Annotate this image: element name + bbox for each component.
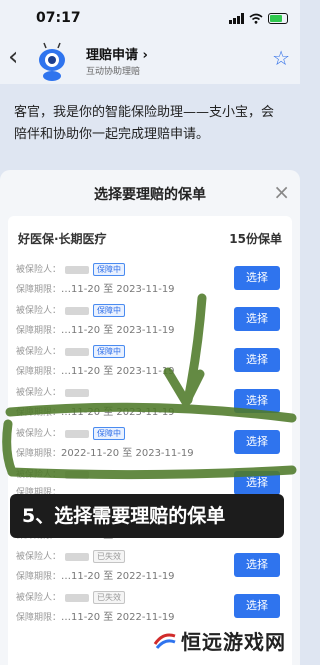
period-line: 保障期限：…11-20 至 2022-11-19 xyxy=(16,567,175,582)
masked-name xyxy=(65,552,90,561)
policy-row: 被保险人： 保障中保障期限：2022-11-20 至 2023-11-19 选择 xyxy=(8,424,292,464)
wifi-icon xyxy=(249,13,263,24)
insured-label: 被保险人： xyxy=(16,429,62,439)
period-line: 保障期限：…11-20 至 2023-11-19 xyxy=(16,321,175,336)
select-button[interactable]: 选择 xyxy=(234,594,280,618)
assistant-message: 客官，我是你的智能保险助理——支小宝，会陪伴和协助你一起完成理赔申请。 xyxy=(14,105,275,142)
close-icon[interactable]: × xyxy=(273,180,290,204)
period-label: 保障期限： xyxy=(16,572,62,582)
select-button[interactable]: 选择 xyxy=(234,553,280,577)
period-label: 保障期限： xyxy=(16,613,62,623)
period-line: 保障期限：2022-11-20 至 2023-11-19 xyxy=(16,444,194,459)
insured-line: 被保险人： 保障中 xyxy=(16,262,126,276)
policy-row: 被保险人： 已失效保障期限：…11-20 至 2022-11-19 选择 xyxy=(8,588,292,628)
period-label: 保障期限： xyxy=(16,326,62,336)
insured-label: 被保险人： xyxy=(16,347,62,357)
chat-header: ‹ 理赔申请 › 互动协助理赔 ☆ xyxy=(0,36,300,84)
policy-name: 好医保·长期医疗 xyxy=(18,232,107,246)
masked-name xyxy=(65,388,90,397)
period-line: 保障期限：…11-20 至 2023-11-19 xyxy=(16,280,175,295)
status-bar: 07:17 xyxy=(0,0,300,36)
status-badge: 保障中 xyxy=(93,345,126,358)
select-button[interactable]: 选择 xyxy=(234,389,280,413)
watermark: 恒远游戏网 xyxy=(149,626,290,654)
status-badge: 保障中 xyxy=(93,427,126,440)
insured-line: 被保险人： 保障中 xyxy=(16,344,126,358)
back-arrow-icon[interactable]: ‹ xyxy=(8,42,18,72)
period-value: …11-20 至 2022-11-19 xyxy=(61,612,175,623)
period-value: …11-20 至 2023-11-19 xyxy=(61,407,175,418)
insured-line: 被保险人： xyxy=(16,467,93,480)
status-badge: 保障中 xyxy=(93,304,126,317)
period-value: …11-20 至 2023-11-19 xyxy=(61,366,175,377)
insured-label: 被保险人： xyxy=(16,470,62,480)
header-subtitle: 互动协助理赔 xyxy=(86,67,141,77)
signal-icon xyxy=(229,12,244,24)
period-line: 保障期限：…11-20 至 2023-11-19 xyxy=(16,403,175,418)
insured-label: 被保险人： xyxy=(16,388,62,398)
policy-row: 被保险人： 保障中保障期限：…11-20 至 2023-11-19 选择 xyxy=(8,301,292,341)
header-title[interactable]: 理赔申请 › xyxy=(86,44,148,63)
masked-name xyxy=(65,347,90,356)
policy-select-sheet: 选择要理赔的保单 × 好医保·长期医疗 15份保单 被保险人： 保障中 保障期限：…… xyxy=(0,170,300,665)
period-label: 保障期限： xyxy=(16,408,62,418)
period-value: …11-20 至 2023-11-19 xyxy=(61,325,175,336)
period-line: 保障期限：…11-20 至 2023-11-19 xyxy=(16,362,175,377)
select-button[interactable]: 选择 xyxy=(234,307,280,331)
policy-row: 被保险人： 已失效保障期限：…11-20 至 2022-11-19 选择 xyxy=(8,547,292,587)
insured-line: 被保险人： 保障中 xyxy=(16,303,126,317)
select-button[interactable]: 选择 xyxy=(234,348,280,372)
insured-label: 被保险人： xyxy=(16,265,62,275)
period-line: 保障期限：…11-20 至 2022-11-19 xyxy=(16,608,175,623)
star-icon[interactable]: ☆ xyxy=(272,46,290,70)
policy-count: 15份保单 xyxy=(229,232,282,246)
sheet-title: 选择要理赔的保单 xyxy=(94,187,206,203)
status-badge: 保障中 xyxy=(93,263,126,276)
step-caption: 5、选择需要理赔的保单 xyxy=(10,494,284,538)
status-badge: 已失效 xyxy=(93,591,126,604)
period-value: …11-20 至 2023-11-19 xyxy=(61,284,175,295)
period-value: …11-20 至 2022-11-19 xyxy=(61,571,175,582)
period-value: 2022-11-20 至 2023-11-19 xyxy=(61,448,194,459)
status-badge: 已失效 xyxy=(93,550,126,563)
watermark-logo-icon xyxy=(153,633,176,649)
masked-name xyxy=(65,265,90,274)
period-label: 保障期限： xyxy=(16,285,62,295)
status-time: 07:17 xyxy=(36,10,81,26)
period-label: 保障期限： xyxy=(16,367,62,377)
robot-avatar-icon xyxy=(39,42,65,81)
select-button[interactable]: 选择 xyxy=(234,471,280,495)
insured-line: 被保险人： 已失效 xyxy=(16,590,126,604)
masked-name xyxy=(65,306,90,315)
policy-row: 被保险人： 保障期限：…11-20 至 2023-11-19 选择 xyxy=(8,383,292,423)
insured-line: 被保险人： 已失效 xyxy=(16,549,126,563)
watermark-text: 恒远游戏网 xyxy=(181,629,286,654)
insured-line: 被保险人： xyxy=(16,385,93,398)
masked-name xyxy=(65,593,90,602)
select-button[interactable]: 选择 xyxy=(234,430,280,454)
period-label: 保障期限： xyxy=(16,449,62,459)
battery-icon xyxy=(268,12,288,24)
masked-name xyxy=(65,470,90,479)
policy-row: 被保险人： 保障中保障期限：…11-20 至 2023-11-19 选择 xyxy=(8,342,292,382)
insured-label: 被保险人： xyxy=(16,552,62,562)
policy-list: 好医保·长期医疗 15份保单 被保险人： 保障中 保障期限：…11-20 至 202… xyxy=(8,216,292,665)
select-button[interactable]: 选择 xyxy=(234,266,280,290)
masked-name xyxy=(65,429,90,438)
insured-label: 被保险人： xyxy=(16,593,62,603)
status-icons xyxy=(229,11,288,25)
insured-line: 被保险人： 保障中 xyxy=(16,426,126,440)
policy-row: 被保险人： 保障中保障期限：…11-20 至 2023-11-19 选择 xyxy=(8,260,292,300)
insured-label: 被保险人： xyxy=(16,306,62,316)
